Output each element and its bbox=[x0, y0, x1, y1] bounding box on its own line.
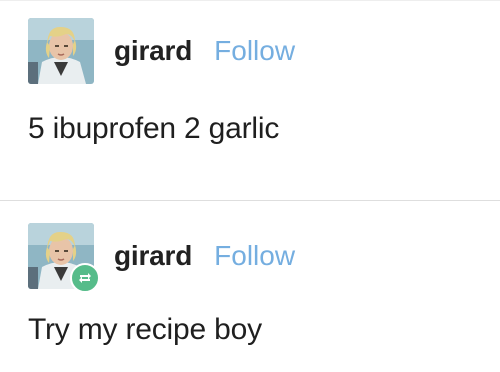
follow-button[interactable]: Follow bbox=[214, 240, 295, 272]
post-header: girard Follow bbox=[28, 223, 295, 293]
avatar-photo-icon bbox=[28, 18, 94, 84]
avatar[interactable] bbox=[28, 223, 100, 293]
avatar[interactable] bbox=[28, 18, 94, 84]
username[interactable]: girard bbox=[114, 240, 192, 272]
follow-button[interactable]: Follow bbox=[214, 35, 295, 67]
post: girard Follow 5 ibuprofen 2 garlic bbox=[0, 0, 500, 200]
post-header: girard Follow bbox=[28, 18, 295, 84]
post-text: Try my recipe boy bbox=[28, 313, 262, 346]
username[interactable]: girard bbox=[114, 35, 192, 67]
post: girard Follow Try my recipe boy bbox=[0, 200, 500, 372]
post-text: 5 ibuprofen 2 garlic bbox=[28, 112, 280, 145]
reblog-icon bbox=[70, 263, 100, 293]
